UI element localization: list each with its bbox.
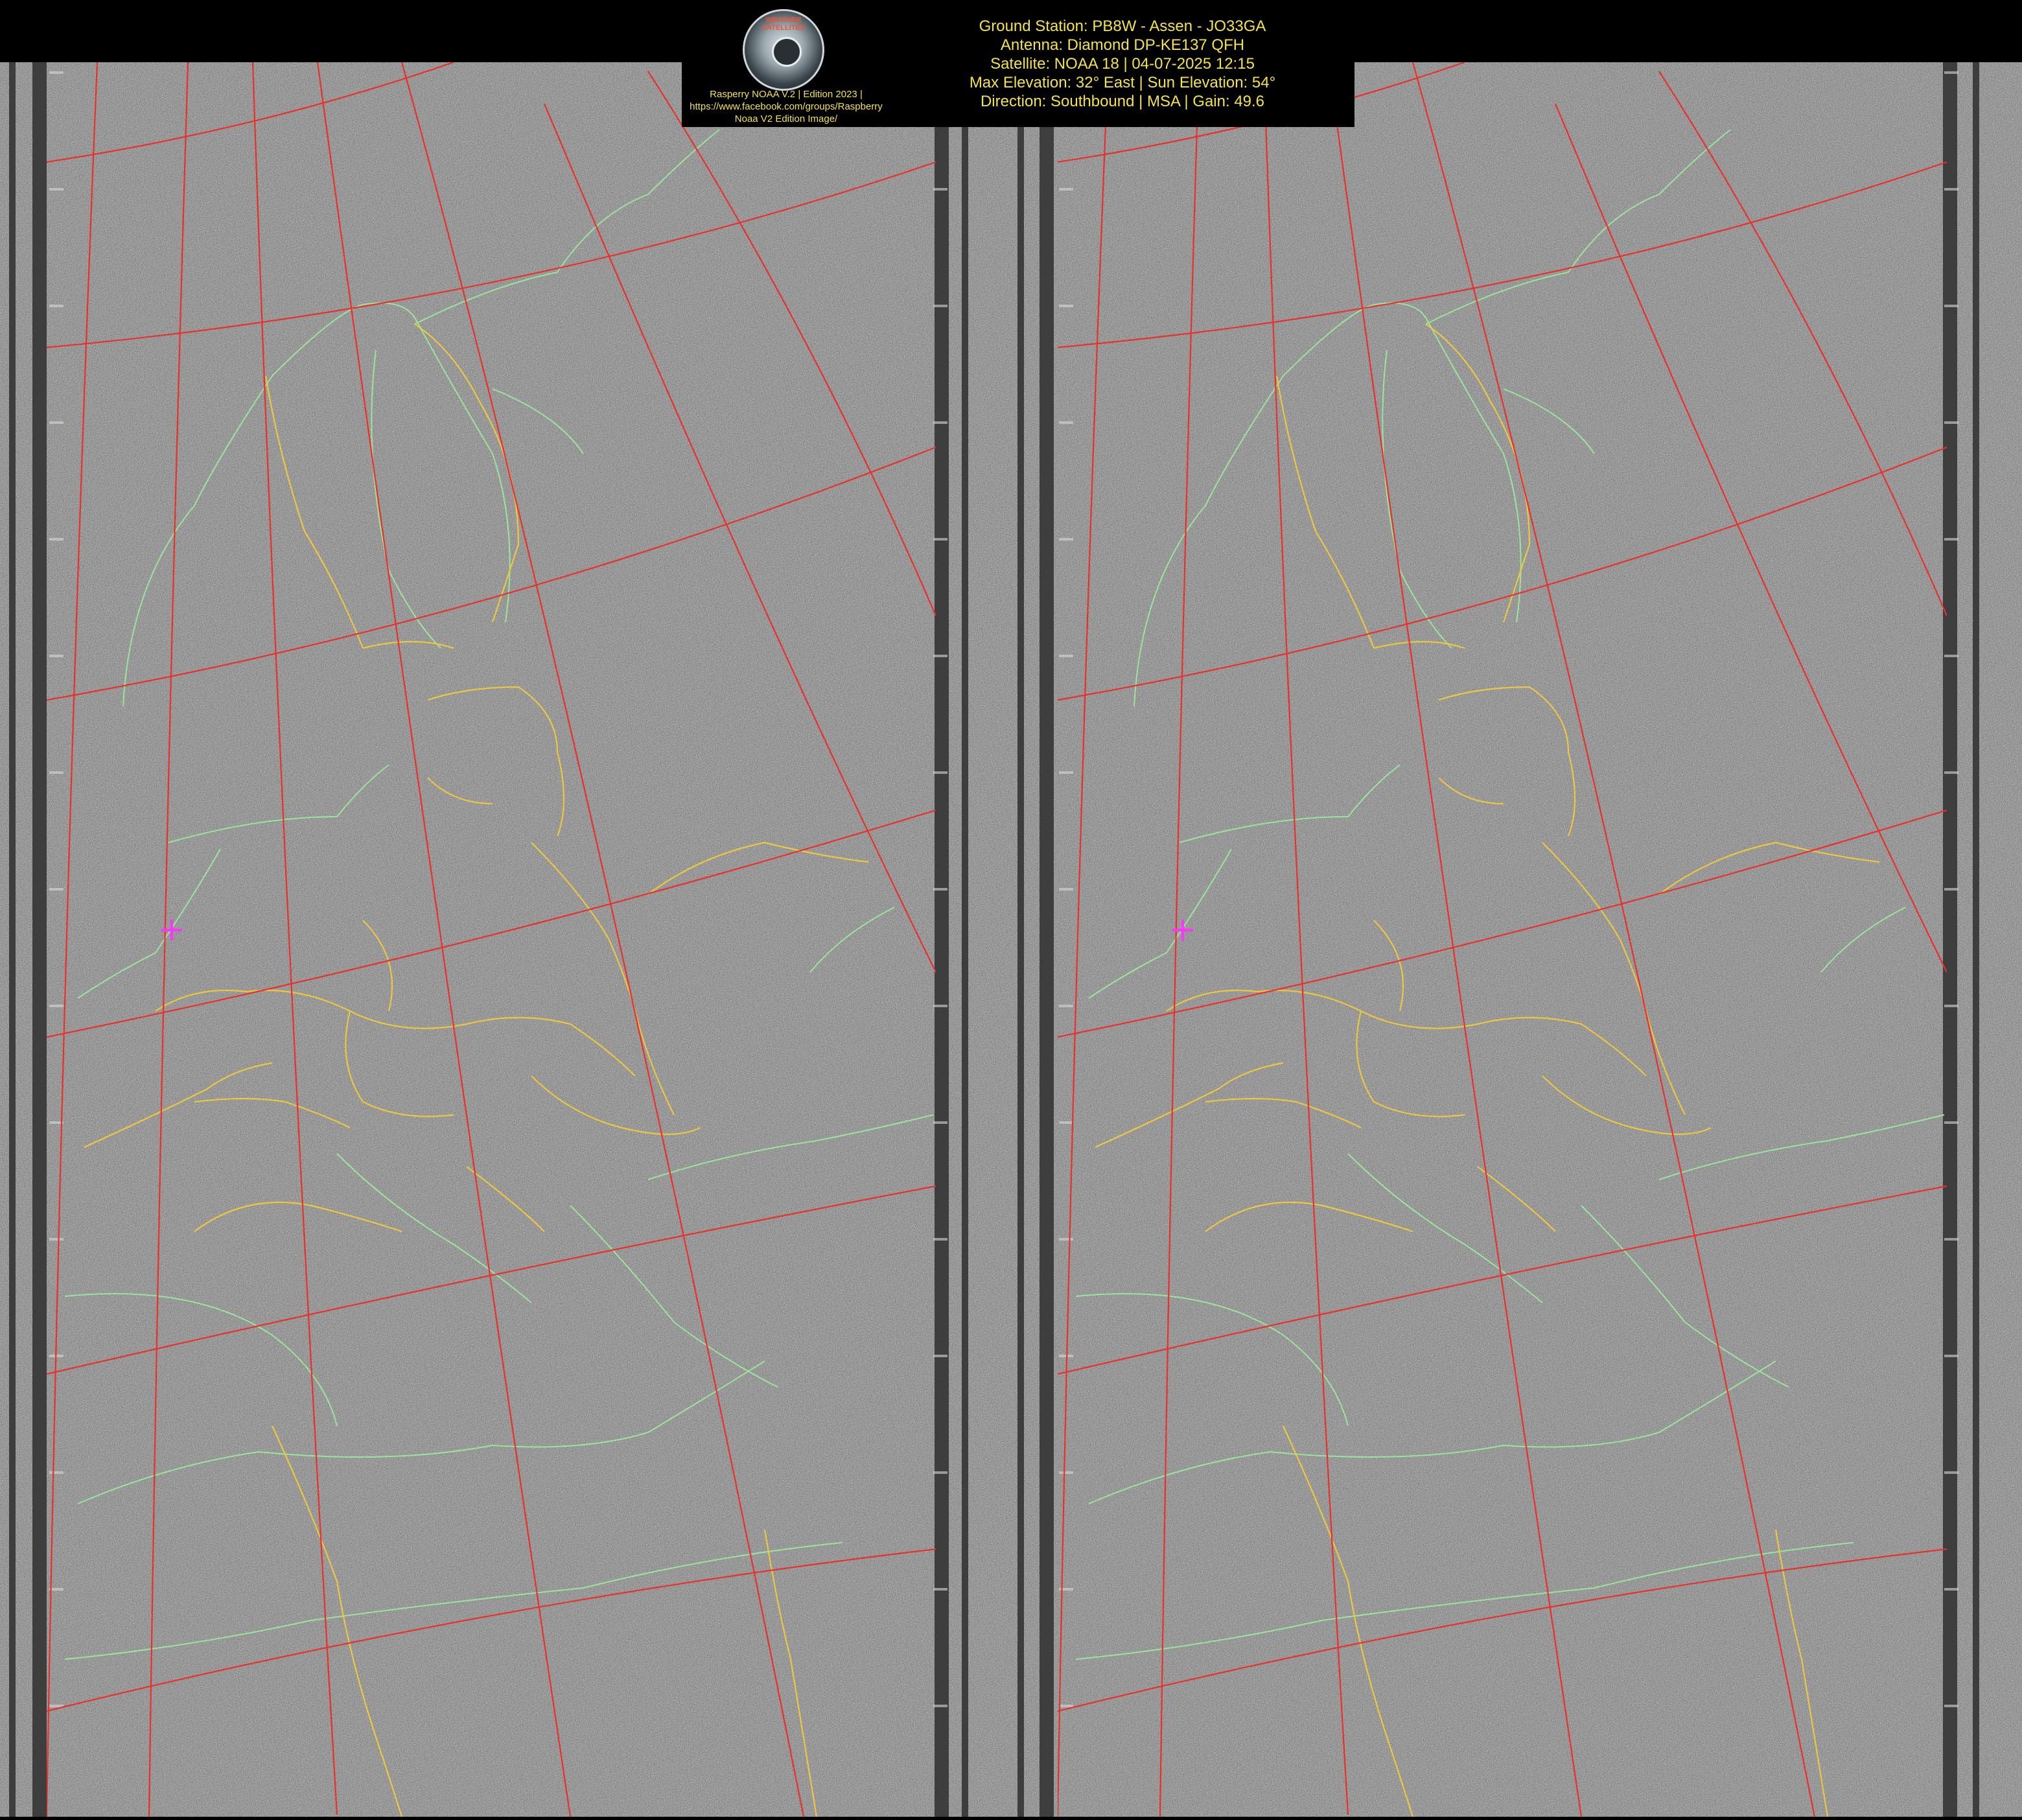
telemetry-tick (1059, 305, 1073, 307)
telemetry-tick (1059, 1005, 1073, 1007)
sync-bar (32, 62, 47, 1817)
telemetry-tick (1944, 305, 1958, 307)
credit-line: https://www.facebook.com/groups/Raspberr… (690, 101, 883, 112)
telemetry-tick (1059, 1238, 1073, 1241)
telemetry-tick (49, 1005, 64, 1007)
credit-line: Rasperry NOAA V.2 | Edition 2023 | (710, 89, 863, 100)
telemetry-tick (1944, 1355, 1958, 1357)
telemetry-tick (1059, 1588, 1073, 1591)
telemetry-tick (1944, 655, 1958, 657)
telemetry-tick (933, 305, 947, 307)
telemetry-tick (1944, 421, 1958, 424)
telemetry-tick (1059, 1471, 1073, 1474)
telemetry-tick (49, 888, 64, 891)
pass-info-block: Ground Station: PB8W - Assen - JO33GA An… (890, 0, 1354, 127)
telemetry-tick (1944, 71, 1958, 74)
telemetry-tick (49, 71, 64, 74)
telemetry-tick (933, 771, 947, 774)
telemetry-tick (1059, 538, 1073, 541)
satellite-dish-icon (772, 37, 802, 67)
telemetry-tick (1059, 1121, 1073, 1124)
telemetry-tick (49, 771, 64, 774)
telemetry-tick (933, 1355, 947, 1357)
telemetry-tick (1059, 771, 1073, 774)
telemetry-tick (1059, 1705, 1073, 1707)
telemetry-tick (933, 1705, 947, 1707)
telemetry-tick (933, 888, 947, 891)
telemetry-tick (933, 1471, 947, 1474)
telemetry-tick (1944, 1705, 1958, 1707)
telemetry-tick (933, 655, 947, 657)
credit-line: Noaa V2 Edition Image/ (734, 113, 838, 124)
telemetry-tick (933, 1588, 947, 1591)
telemetry-tick (49, 421, 64, 424)
telemetry-tick (1944, 188, 1958, 191)
satellite-line: Satellite: NOAA 18 | 04-07-2025 12:15 (990, 55, 1255, 73)
telemetry-tick (1944, 1121, 1958, 1124)
apt-map-svg (0, 62, 2022, 1817)
direction-line: Direction: Southbound | MSA | Gain: 49.6 (980, 93, 1265, 110)
telemetry-tick (933, 538, 947, 541)
sync-bar (935, 62, 949, 1817)
telemetry-tick (1944, 1588, 1958, 1591)
telemetry-tick (1059, 1355, 1073, 1357)
telemetry-tick (1944, 1238, 1958, 1241)
sync-bar (1017, 62, 1024, 1817)
telemetry-tick (933, 1005, 947, 1007)
weather-satellite-logo: WEATHER SATELLITES (743, 9, 824, 91)
sync-bar (962, 62, 968, 1817)
sync-bar (1040, 62, 1054, 1817)
logo-text: WEATHER SATELLITES (761, 16, 806, 32)
telemetry-tick (49, 655, 64, 657)
telemetry-tick (1059, 888, 1073, 891)
telemetry-tick (1059, 655, 1073, 657)
telemetry-tick (1944, 1005, 1958, 1007)
logo-credit-block: WEATHER SATELLITES Rasperry NOAA V.2 | E… (682, 0, 890, 127)
sync-bar (1973, 62, 1979, 1817)
noise-grain (0, 62, 2022, 1817)
telemetry-tick (933, 1121, 947, 1124)
sync-bar (9, 62, 16, 1817)
telemetry-tick (1059, 421, 1073, 424)
telemetry-tick (49, 188, 64, 191)
telemetry-tick (1944, 888, 1958, 891)
elevation-line: Max Elevation: 32° East | Sun Elevation:… (969, 74, 1276, 91)
ground-station-line: Ground Station: PB8W - Assen - JO33GA (979, 18, 1266, 35)
satellite-image: WEATHER SATELLITES Rasperry NOAA V.2 | E… (0, 0, 2022, 1817)
telemetry-tick (933, 1238, 947, 1241)
telemetry-tick (49, 1471, 64, 1474)
telemetry-tick (933, 188, 947, 191)
telemetry-tick (1944, 1471, 1958, 1474)
telemetry-tick (49, 1238, 64, 1241)
telemetry-tick (1944, 771, 1958, 774)
telemetry-tick (933, 421, 947, 424)
telemetry-tick (49, 305, 64, 307)
telemetry-tick (1059, 188, 1073, 191)
telemetry-tick (1944, 538, 1958, 541)
telemetry-tick (49, 538, 64, 541)
antenna-line: Antenna: Diamond DP-KE137 QFH (1000, 36, 1245, 54)
sync-bar (1943, 62, 1957, 1817)
